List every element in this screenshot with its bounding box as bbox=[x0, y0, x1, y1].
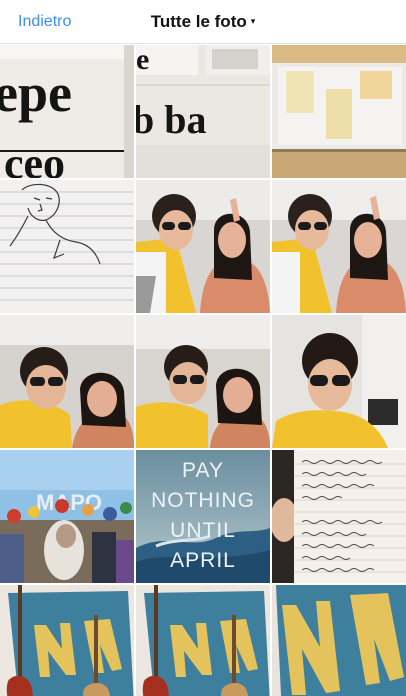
photo-thumbnail-9[interactable] bbox=[272, 315, 406, 448]
photo-thumbnail-11[interactable]: PAY NOTHING UNTIL APRIL bbox=[136, 450, 270, 583]
photo-thumbnail-5[interactable] bbox=[136, 180, 270, 313]
photo-thumbnail-6[interactable] bbox=[272, 180, 406, 313]
poster-text-line: UNTIL bbox=[170, 519, 236, 542]
photo-thumbnail-7[interactable] bbox=[0, 315, 134, 448]
photo-thumbnail-13[interactable] bbox=[0, 585, 134, 696]
navigation-bar: Indietro Tutte le foto ▾ bbox=[0, 0, 406, 44]
poster-text-bottom: ceo bbox=[4, 139, 65, 178]
album-title: Tutte le foto bbox=[150, 12, 247, 31]
poster-text-top: e bbox=[136, 45, 149, 76]
poster-text-line: APRIL bbox=[170, 549, 236, 572]
photo-thumbnail-3[interactable] bbox=[272, 45, 406, 178]
poster-text-bottom: b ba bbox=[136, 97, 207, 142]
photo-thumbnail-2[interactable]: e b ba bbox=[136, 45, 270, 178]
poster-text-top: epe bbox=[0, 63, 72, 123]
poster-text: PAY NOTHING UNTIL APRIL bbox=[136, 456, 270, 576]
photo-grid: epe ceo e b ba MAPO PAY NOTHING UNTIL AP… bbox=[0, 45, 406, 696]
photo-thumbnail-10[interactable]: MAPO bbox=[0, 450, 134, 583]
chevron-down-icon: ▾ bbox=[250, 16, 256, 26]
poster-text-line: PAY bbox=[182, 459, 224, 482]
photo-thumbnail-1[interactable]: epe ceo bbox=[0, 45, 134, 178]
photo-thumbnail-8[interactable] bbox=[136, 315, 270, 448]
photo-thumbnail-12[interactable] bbox=[272, 450, 406, 583]
photo-thumbnail-4[interactable] bbox=[0, 180, 134, 313]
album-selector[interactable]: Tutte le foto ▾ bbox=[0, 12, 406, 32]
photo-thumbnail-14[interactable] bbox=[136, 585, 270, 696]
photo-thumbnail-15[interactable] bbox=[272, 585, 406, 696]
poster-text-line: NOTHING bbox=[151, 489, 255, 512]
